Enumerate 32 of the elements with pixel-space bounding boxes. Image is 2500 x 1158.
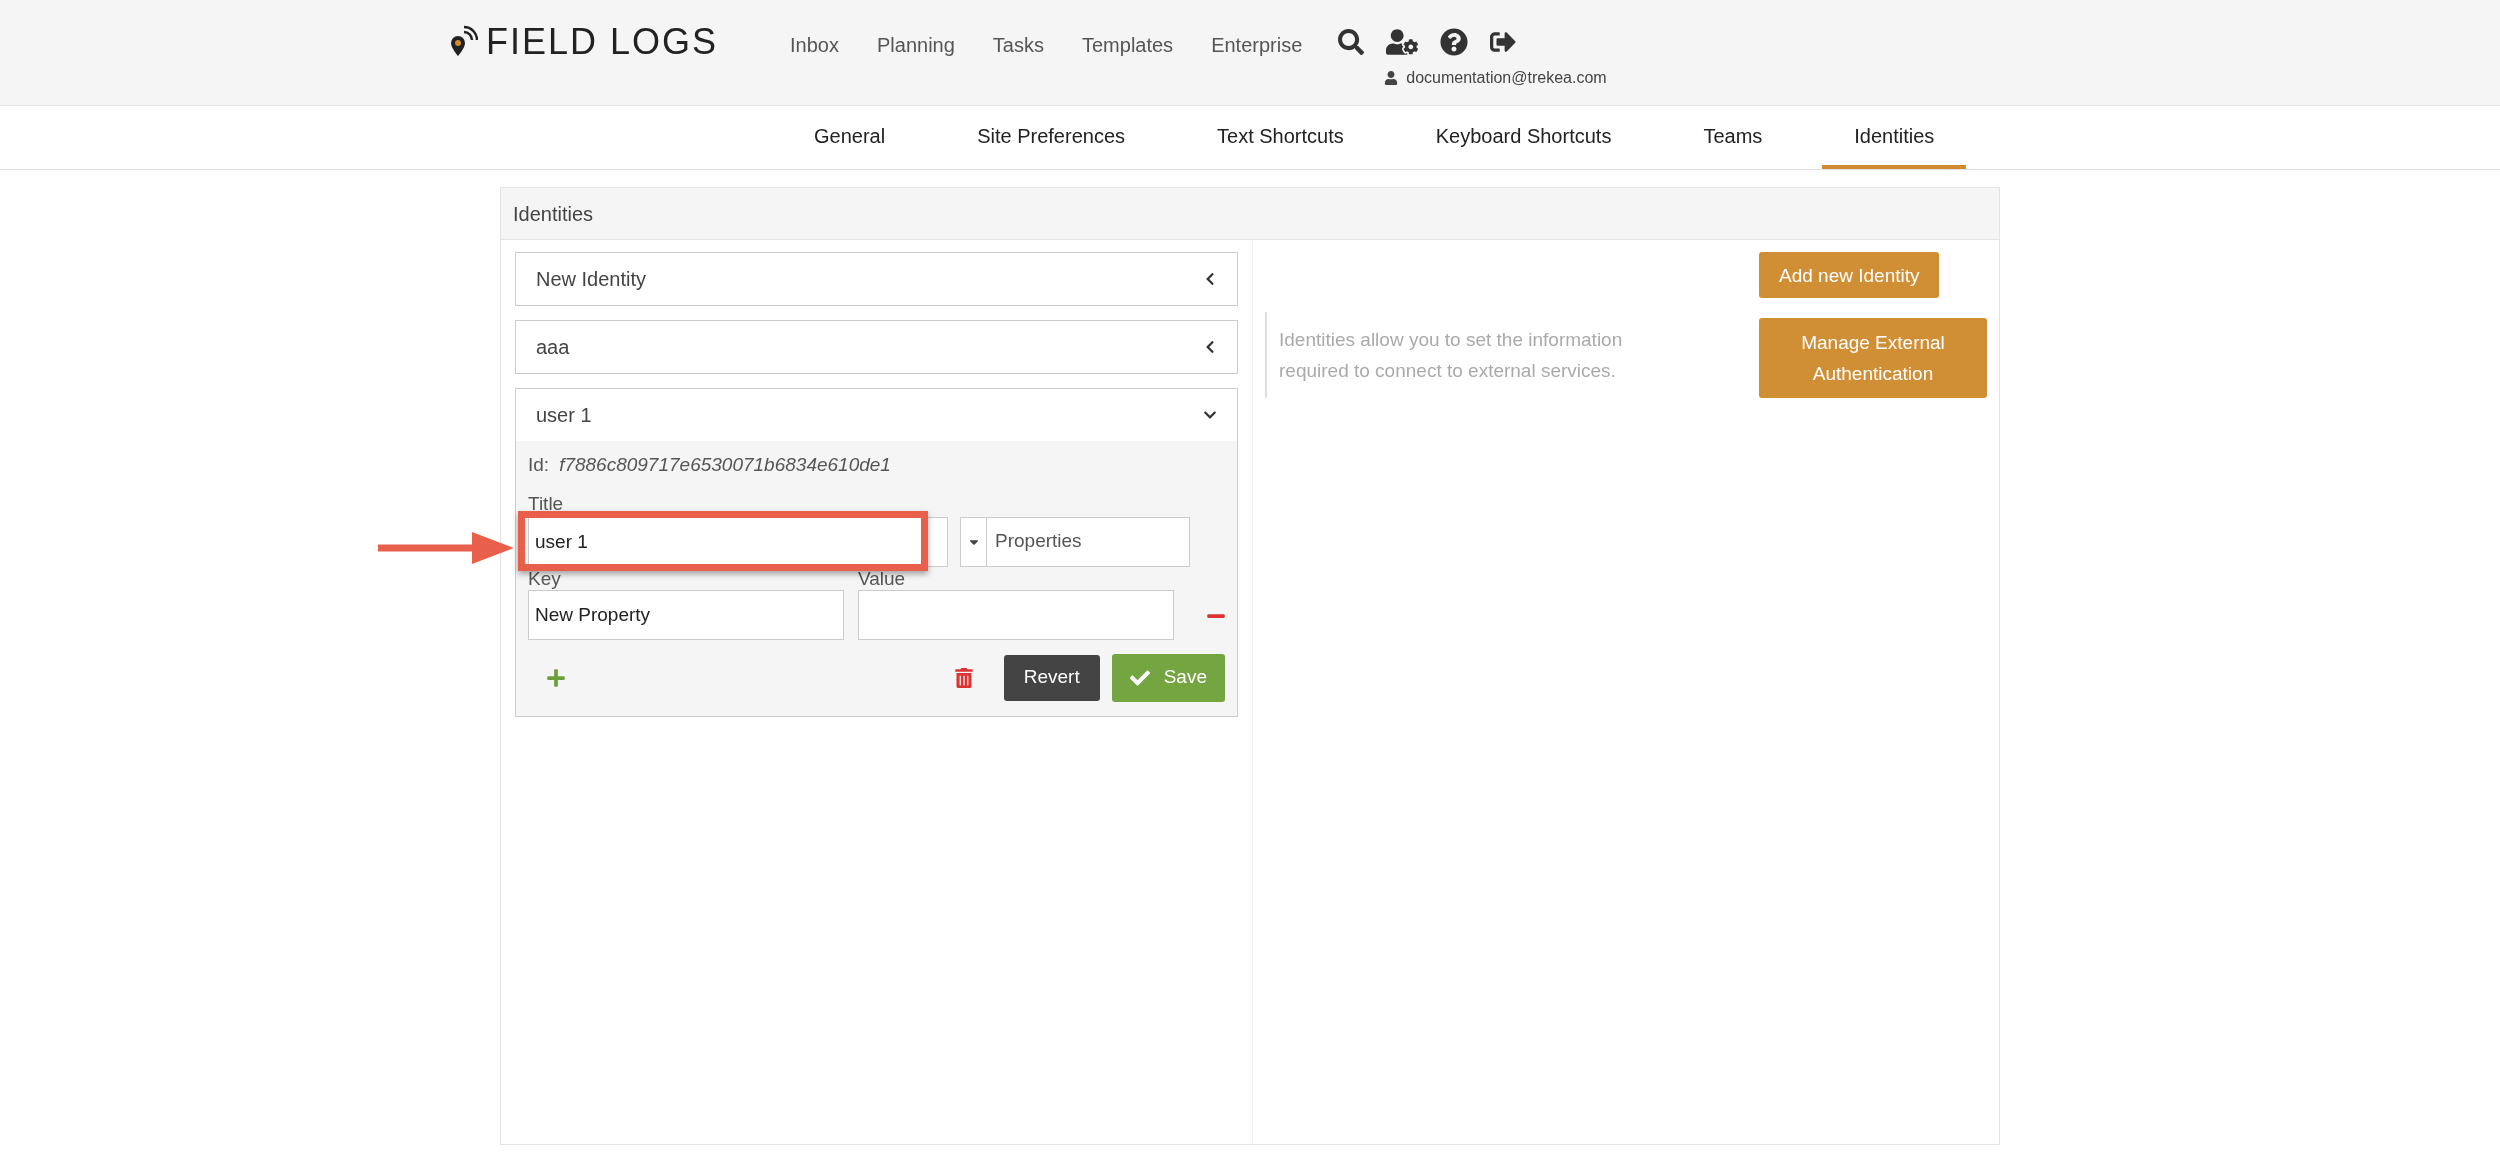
title-field[interactable]: user 1 [528,516,948,567]
settings-tab[interactable]: Keyboard Shortcuts [1403,106,1644,169]
settings-tab[interactable]: Teams [1671,106,1795,169]
nav-link[interactable]: Templates [1081,30,1174,60]
id-value: f7886c809717e6530071b6834e610de1 [559,453,891,477]
key-field[interactable]: New Property [528,589,844,640]
id-label: Id: [528,453,550,477]
delete-icon[interactable] [953,667,974,688]
add-icon[interactable] [546,667,566,688]
revert-button[interactable]: Revert [1003,654,1100,701]
settings-tab[interactable]: General [782,106,918,169]
nav-link[interactable]: Inbox [790,30,839,60]
logout-icon[interactable] [1490,29,1517,55]
user-icon [1384,71,1399,85]
value-field[interactable] [858,589,1174,640]
panel-title: Identities [513,201,594,227]
properties-select[interactable]: Properties [960,516,1190,567]
search-icon[interactable] [1338,29,1365,55]
logo-text: FIELD LOGS [486,24,719,60]
field-label: Value [858,568,906,588]
settings-tab[interactable]: Identities [1822,106,1967,169]
description-text: Identities allow you to set the information required to connect to external services. [1279,328,1624,383]
user-settings-icon[interactable] [1386,26,1419,58]
nav-link[interactable]: Enterprise [1211,30,1303,60]
help-icon[interactable] [1440,28,1469,56]
field-label: Key [528,568,561,588]
user-email: documentation@trekea.com [1406,68,1607,88]
settings-tab[interactable]: Text Shortcuts [1185,106,1376,169]
nav-link[interactable]: Planning [877,30,955,60]
settings-tab[interactable]: Site Preferences [945,106,1157,169]
field-label: Title [528,493,564,513]
nav-link[interactable]: Tasks [992,30,1044,60]
